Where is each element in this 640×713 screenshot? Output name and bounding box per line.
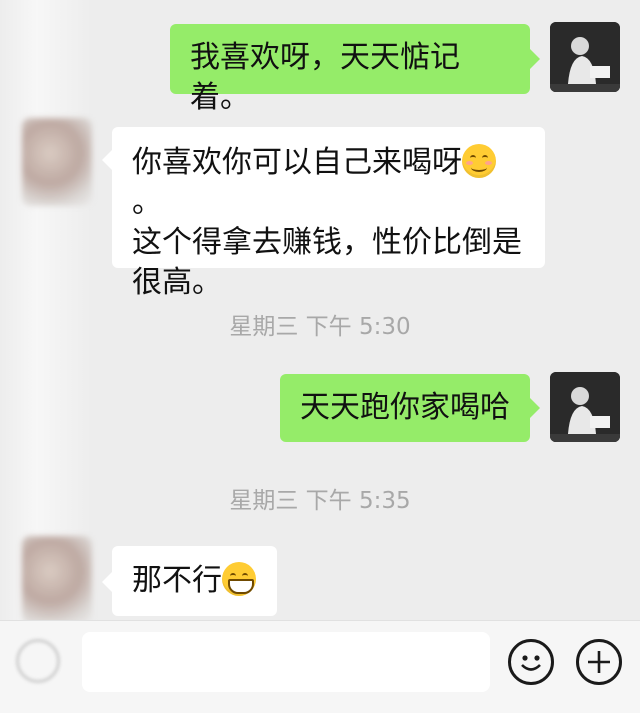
input-bar [0,620,640,713]
message-text: 很高。 [132,265,222,300]
bubble-tail [102,150,112,170]
bubble-tail [102,572,112,592]
message-text: 你喜欢你可以自己来喝呀 [132,145,462,180]
bubble-tail [530,398,540,418]
person-reading-photo-icon [550,372,620,442]
message-bubble-other[interactable]: 那不行 [112,546,277,616]
timestamp: 星期三 下午 5:35 [229,488,411,514]
contact-avatar[interactable] [22,536,92,624]
emoji-icon[interactable] [508,639,554,685]
message-bubble-other[interactable]: 你喜欢你可以自己来喝呀。 这个得拿去赚钱，性价比倒是 很高。 [112,127,545,300]
message-text: 我喜欢呀，天天惦记着。 [190,40,460,115]
self-avatar[interactable] [550,372,620,442]
voice-icon[interactable] [16,639,60,683]
plus-icon[interactable] [576,639,622,685]
bubble-tail [530,49,540,69]
smiling-face-icon [462,144,496,178]
message-bubble-self[interactable]: 我喜欢呀，天天惦记着。 [170,24,530,115]
message-text: 那不行 [132,563,222,598]
message-bubble-self[interactable]: 天天跑你家喝哈 [280,374,530,442]
person-reading-photo-icon [550,22,620,92]
chat-area: 我喜欢呀，天天惦记着。 你喜欢你可以自己来喝呀。 这个得拿去赚钱，性价比倒是 很… [0,0,640,712]
message-text: 天天跑你家喝哈 [300,390,510,425]
grinning-face-icon [222,562,256,596]
message-input[interactable] [82,632,490,692]
message-text: 这个得拿去赚钱，性价比倒是 [132,225,522,260]
message-text: 。 [132,185,162,220]
contact-avatar[interactable] [22,118,92,206]
timestamp: 星期三 下午 5:30 [229,314,411,340]
self-avatar[interactable] [550,22,620,92]
